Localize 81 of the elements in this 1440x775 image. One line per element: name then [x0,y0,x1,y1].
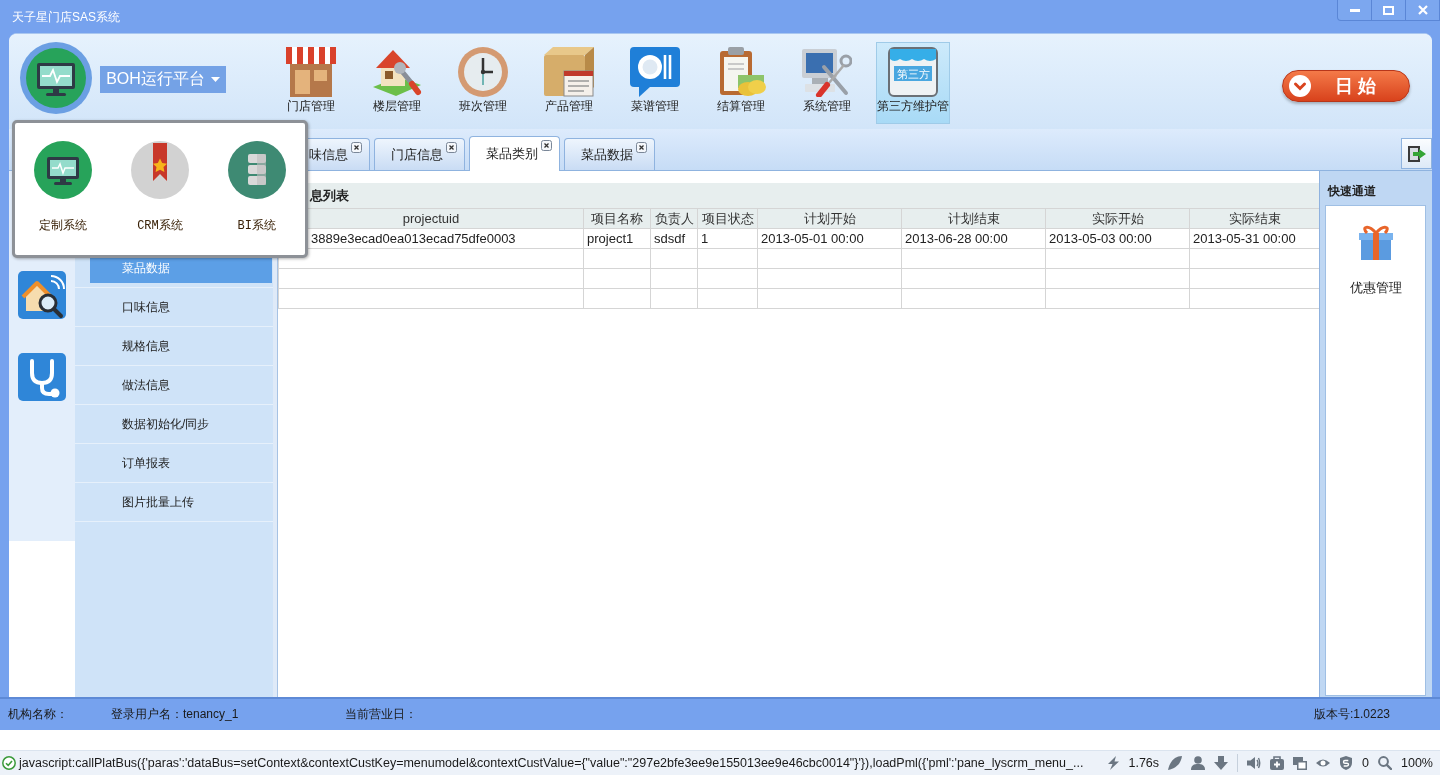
sidebar-item[interactable]: 做法信息 [90,370,272,400]
tab[interactable]: 门店信息 [374,138,465,170]
close-button[interactable] [1405,0,1440,21]
window-title: 天子星门店SAS系统 [12,10,120,24]
status-url: javascript:callPlatBus({'paras':'dataBus=setContext&contextCustKey=menumodel&contextCustValue={"value":"297e2bfe3ee9e155013ee9e46cbc0014"}'}),loadPml({'pml':'pane_lyscrm_menu_... [19,756,1084,770]
system-option[interactable]: 定制系统 [34,141,93,234]
bolt-icon [1107,756,1120,770]
computer-tools-icon [802,47,852,97]
sidebar-item[interactable]: 数据初始化/同步 [90,409,272,439]
table-cell: 2013-05-01 00:00 [757,228,902,249]
load-time: 1.76s [1128,756,1160,770]
close-icon[interactable] [351,142,362,153]
version-label: 版本号:1.0223 [1313,706,1390,723]
toolbar-button[interactable]: 产品管理 [532,42,606,124]
toolbar-button[interactable]: 菜谱管理 [618,42,692,124]
zoom-level[interactable]: 100% [1401,756,1433,770]
monitor-logo-icon [20,42,92,114]
person-icon[interactable] [1191,756,1206,770]
column-header[interactable]: 实际开始 [1045,208,1190,229]
plate-bubble-icon [630,47,680,97]
column-header[interactable]: 实际结束 [1189,208,1320,229]
table-cell: sdsdf [650,228,698,249]
column-header[interactable]: 计划开始 [757,208,902,229]
maximize-button[interactable] [1371,0,1406,21]
minimize-icon [1349,8,1360,12]
store-icon [286,47,336,97]
download-icon[interactable] [1214,756,1229,770]
sidebar-item[interactable]: 订单报表 [90,448,272,478]
system-option[interactable]: CRM系统 [131,141,189,234]
list-title: 息列表 [310,187,349,204]
shield-icon[interactable] [1339,756,1354,770]
close-icon[interactable] [636,142,647,153]
tab[interactable]: 菜品类别 [469,136,560,171]
table-cell: 2013-06-28 00:00 [901,228,1046,249]
check-icon [2,756,16,770]
gift-icon [1357,224,1394,260]
close-icon [1417,5,1428,15]
tab[interactable]: 菜品数据 [564,138,655,170]
first-aid-kit-icon[interactable] [1270,756,1285,770]
toolbar-button[interactable]: 结算管理 [704,42,778,124]
table-cell: 1 [697,228,758,249]
sidebar-item[interactable]: 口味信息 [90,292,272,322]
house-magnifier-icon[interactable] [18,271,66,319]
toolbar-button[interactable]: 楼层管理 [360,42,434,124]
blocked-count: 0 [1362,756,1369,770]
close-icon[interactable] [541,140,552,151]
speaker-icon[interactable] [1247,756,1262,770]
start-day-button[interactable]: 日 始 [1282,70,1410,102]
column-header[interactable]: 计划结束 [901,208,1046,229]
table-cell: 2013-05-03 00:00 [1045,228,1190,249]
column-header[interactable]: 负责人 [650,208,698,229]
magnifier-icon[interactable] [1378,756,1392,770]
table-cell: project1 [583,228,651,249]
exit-button[interactable] [1401,138,1432,169]
calendar-icon: 第三方 [888,47,938,97]
toolbar-button[interactable]: 门店管理 [274,42,348,124]
overlapping-windows-icon[interactable] [1293,756,1308,770]
minimize-button[interactable] [1337,0,1372,21]
shortcut-button[interactable]: 优惠管理 [1349,224,1402,297]
panel-title: 快速通道 [1328,183,1376,199]
box-document-icon [544,47,594,97]
caret-down-icon [210,77,220,82]
business-day-label: 当前营业日： [345,706,417,723]
toolbar-button[interactable]: 系统管理 [790,42,864,124]
toolbar-button[interactable]: 第三方 第三方维护管 [876,42,950,124]
sidebar-item[interactable]: 图片批量上传 [90,487,272,517]
sidebar-item[interactable]: 规格信息 [90,331,272,361]
database-icon [227,141,286,199]
stethoscope-icon[interactable] [18,353,66,401]
monitor-circle-icon [34,141,93,199]
column-header[interactable]: 项目状态 [697,208,758,229]
column-header[interactable]: 项目名称 [583,208,651,229]
feather-icon[interactable] [1168,756,1183,770]
toolbar-button[interactable]: 班次管理 [446,42,520,124]
close-icon[interactable] [446,142,457,153]
org-label: 机构名称： [8,706,68,723]
chevron-down-icon [1289,75,1311,97]
clock-icon [458,47,508,97]
exit-arrow-icon [1407,145,1426,162]
maximize-icon [1383,5,1394,15]
user-label: 登录用户名：tenancy_1 [111,706,239,723]
